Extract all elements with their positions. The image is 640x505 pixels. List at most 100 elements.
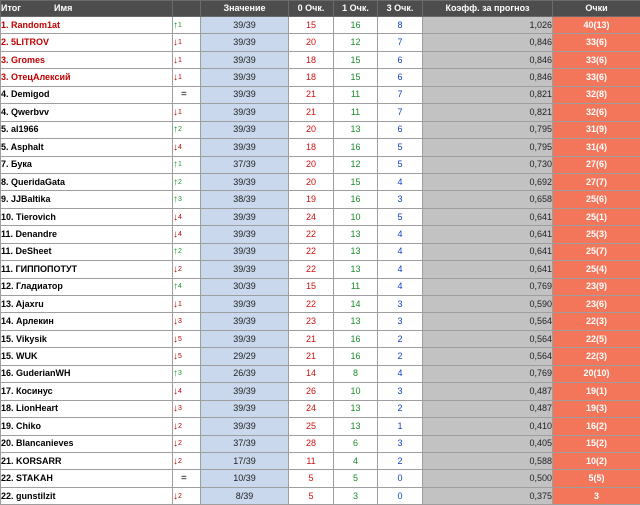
player-name[interactable]: 10. Tierovich	[1, 208, 173, 225]
rank-change: 2	[173, 173, 201, 190]
table-row[interactable]: 15. WUK529/29211620,56422(3)	[1, 348, 640, 365]
table-row[interactable]: 4. Qwerbvv139/39211170,82132(6)	[1, 104, 640, 121]
table-row[interactable]: 21. KORSARR217/3911420,58810(2)	[1, 452, 640, 469]
player-name[interactable]: 3. ОтецАлексий	[1, 69, 173, 86]
header-o3[interactable]: 3 Очк.	[378, 1, 423, 17]
rank-change-count: 1	[178, 22, 182, 29]
player-name[interactable]: 22. STAKAH	[1, 470, 173, 487]
header-value[interactable]: Значение	[201, 1, 289, 17]
player-name[interactable]: 13. Ajaxru	[1, 296, 173, 313]
table-row[interactable]: 1. Random1at139/39151681,02640(13)	[1, 17, 640, 34]
table-row[interactable]: 3. Gromes139/39181560,84633(6)	[1, 51, 640, 68]
player-name[interactable]: 21. KORSARR	[1, 452, 173, 469]
arrow-up-icon: 2	[173, 246, 182, 256]
coefficient-cell: 0,405	[423, 435, 553, 452]
rank-change-count: 1	[178, 57, 182, 64]
value-cell: 39/39	[201, 121, 289, 138]
table-row[interactable]: 20. Blancanieves237/3928630,40515(2)	[1, 435, 640, 452]
table-row[interactable]: 17. Косинус439/39261030,48719(1)	[1, 383, 640, 400]
table-row[interactable]: 15. Vikysik539/39211620,56422(5)	[1, 330, 640, 347]
equal-icon	[173, 473, 187, 483]
rank-change-count: 4	[178, 231, 182, 238]
rank-change	[173, 86, 201, 103]
player-name[interactable]: 15. Vikysik	[1, 330, 173, 347]
three-points-cell: 3	[378, 313, 423, 330]
rank-change-count: 4	[178, 283, 182, 290]
table-row[interactable]: 18. LionHeart339/39241320,48719(3)	[1, 400, 640, 417]
header-rank-name[interactable]: Итог Имя	[1, 1, 173, 17]
player-name[interactable]: 15. WUK	[1, 348, 173, 365]
points-cell: 33(6)	[553, 51, 640, 68]
one-point-cell: 13	[334, 313, 378, 330]
points-cell: 33(6)	[553, 69, 640, 86]
rank-change	[173, 470, 201, 487]
table-row[interactable]: 9. JJBaltika338/39191630,65825(6)	[1, 191, 640, 208]
value-cell: 37/39	[201, 156, 289, 173]
player-name[interactable]: 22. gunstilzit	[1, 487, 173, 504]
table-row[interactable]: 2. 5LITROV139/39201270,84633(6)	[1, 34, 640, 51]
table-row[interactable]: 16. GuderianWH326/3914840,76920(10)	[1, 365, 640, 382]
table-row[interactable]: 3. ОтецАлексий139/39181560,84633(6)	[1, 69, 640, 86]
value-cell: 39/39	[201, 243, 289, 260]
arrow-down-icon: 1	[173, 37, 182, 47]
table-row[interactable]: 11. DeSheet239/39221340,64125(7)	[1, 243, 640, 260]
player-name[interactable]: 8. QueridaGata	[1, 173, 173, 190]
player-name[interactable]: 5. al1966	[1, 121, 173, 138]
player-name[interactable]: 7. Бука	[1, 156, 173, 173]
table-row[interactable]: 4. Demigod39/39211170,82132(8)	[1, 86, 640, 103]
header-o0[interactable]: 0 Очк.	[289, 1, 334, 17]
coefficient-cell: 0,692	[423, 173, 553, 190]
header-coef[interactable]: Коэфф. за прогноз	[423, 1, 553, 17]
player-name[interactable]: 16. GuderianWH	[1, 365, 173, 382]
player-name[interactable]: 18. LionHeart	[1, 400, 173, 417]
header-o1[interactable]: 1 Очк.	[334, 1, 378, 17]
rank-change: 2	[173, 487, 201, 504]
player-name[interactable]: 5. Asphalt	[1, 139, 173, 156]
table-row[interactable]: 22. STAKAH10/395500,5005(5)	[1, 470, 640, 487]
zero-points-cell: 18	[289, 51, 334, 68]
player-name[interactable]: 3. Gromes	[1, 51, 173, 68]
table-row[interactable]: 10. Tierovich439/39241050,64125(1)	[1, 208, 640, 225]
table-row[interactable]: 13. Ajaxru139/39221430,59023(6)	[1, 296, 640, 313]
table-row[interactable]: 7. Бука137/39201250,73027(6)	[1, 156, 640, 173]
rank-change-count: 2	[178, 423, 182, 430]
player-name[interactable]: 9. JJBaltika	[1, 191, 173, 208]
three-points-cell: 5	[378, 139, 423, 156]
zero-points-cell: 11	[289, 452, 334, 469]
player-name[interactable]: 1. Random1at	[1, 17, 173, 34]
table-row[interactable]: 5. al1966239/39201360,79531(9)	[1, 121, 640, 138]
player-name[interactable]: 4. Demigod	[1, 86, 173, 103]
table-row[interactable]: 11. ГИППОПОТУТ239/39221340,64125(4)	[1, 261, 640, 278]
one-point-cell: 13	[334, 400, 378, 417]
table-row[interactable]: 14. Арлекин339/39231330,56422(3)	[1, 313, 640, 330]
player-name[interactable]: 20. Blancanieves	[1, 435, 173, 452]
table-row[interactable]: 19. Chiko239/39251310,41016(2)	[1, 418, 640, 435]
one-point-cell: 4	[334, 452, 378, 469]
three-points-cell: 2	[378, 330, 423, 347]
standings-table: Итог Имя Значение 0 Очк. 1 Очк. 3 Очк. К…	[0, 0, 640, 505]
table-row[interactable]: 5. Asphalt439/39181650,79531(4)	[1, 139, 640, 156]
player-name[interactable]: 4. Qwerbvv	[1, 104, 173, 121]
coefficient-cell: 0,564	[423, 330, 553, 347]
table-row[interactable]: 22. gunstilzit28/395300,3753	[1, 487, 640, 504]
player-name[interactable]: 17. Косинус	[1, 383, 173, 400]
table-row[interactable]: 11. Denandre439/39221340,64125(3)	[1, 226, 640, 243]
three-points-cell: 6	[378, 69, 423, 86]
one-point-cell: 16	[334, 348, 378, 365]
table-row[interactable]: 8. QueridaGata239/39201540,69227(7)	[1, 173, 640, 190]
player-name[interactable]: 11. ГИППОПОТУТ	[1, 261, 173, 278]
rank-change: 4	[173, 139, 201, 156]
arrow-down-icon: 4	[173, 142, 182, 152]
player-name[interactable]: 19. Chiko	[1, 418, 173, 435]
player-name[interactable]: 12. Гладиатор	[1, 278, 173, 295]
zero-points-cell: 25	[289, 418, 334, 435]
player-name[interactable]: 11. DeSheet	[1, 243, 173, 260]
rank-change-count: 2	[178, 440, 182, 447]
value-cell: 39/39	[201, 418, 289, 435]
player-name[interactable]: 11. Denandre	[1, 226, 173, 243]
table-row[interactable]: 12. Гладиатор430/39151140,76923(9)	[1, 278, 640, 295]
player-name[interactable]: 2. 5LITROV	[1, 34, 173, 51]
header-points[interactable]: Очки	[553, 1, 640, 17]
zero-points-cell: 15	[289, 17, 334, 34]
player-name[interactable]: 14. Арлекин	[1, 313, 173, 330]
